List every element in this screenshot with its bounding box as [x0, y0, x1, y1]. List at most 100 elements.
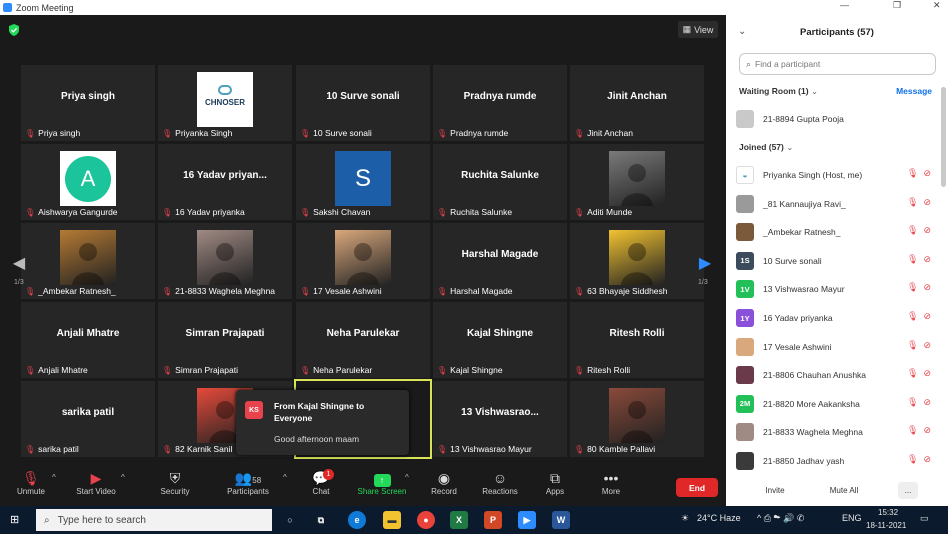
windows-start-icon[interactable]: ⊞	[10, 514, 22, 526]
participant-tile[interactable]: S 🎙 Sakshi Chavan	[296, 144, 430, 220]
invite-button[interactable]: Invite	[756, 482, 794, 499]
share-options-chevron-icon[interactable]: ^	[405, 473, 409, 482]
minimize-button[interactable]: —	[840, 0, 849, 10]
participant-row[interactable]: _Ambekar Ratnesh_ 🎙⊘	[736, 221, 936, 243]
participant-row[interactable]: _81 Kannaujiya Ravi_ 🎙⊘	[736, 193, 936, 215]
maximize-button[interactable]: ❐	[893, 0, 901, 11]
participant-row[interactable]: ◒ Priyanka Singh (Host, me) 🎙⊘	[736, 164, 936, 186]
tile-name-label: 🎙 Aditi Munde	[574, 207, 632, 217]
message-waiting-room-button[interactable]: Message	[896, 86, 932, 96]
participants-count: 58	[252, 476, 262, 485]
participant-list-name: Priyanka Singh (Host, me)	[763, 170, 863, 180]
waiting-participant-row[interactable]: 21-8894 Gupta Pooja	[736, 108, 936, 130]
participant-name: _Ambekar Ratnesh_	[38, 286, 116, 296]
participant-tile[interactable]: 16 Yadav priyan... 🎙 16 Yadav priyanka	[158, 144, 292, 220]
chat-notification[interactable]: KS From Kajal Shingne to Everyone Good a…	[236, 390, 409, 455]
task-view-icon[interactable]: ⧉	[312, 511, 330, 529]
joined-header[interactable]: Joined (57) ⌄	[739, 142, 793, 153]
clock-date[interactable]: 18-11-2021	[866, 521, 906, 530]
participant-list-name: 17 Vesale Ashwini	[763, 341, 832, 352]
participant-tile[interactable]: 🎙 17 Vesale Ashwini	[296, 223, 430, 299]
participant-tile[interactable]: sarika patil 🎙 sarika patil	[21, 381, 155, 457]
participant-tile[interactable]: Priya singh 🎙 Priya singh	[21, 65, 155, 141]
apps-button[interactable]: ⧉ Apps	[527, 469, 583, 496]
video-options-chevron-icon[interactable]: ^	[121, 473, 125, 482]
end-meeting-button[interactable]: End	[676, 478, 718, 497]
waiting-room-header[interactable]: Waiting Room (1) ⌄	[739, 86, 818, 97]
tile-name-label: 🎙 Jinit Anchan	[574, 128, 633, 138]
weather-text[interactable]: 24°C Haze	[697, 513, 741, 523]
weather-icon[interactable]: ☀	[681, 513, 689, 524]
panel-footer: Invite Mute All ...	[726, 479, 948, 503]
participant-row[interactable]: 1Y 16 Yadav priyanka 🎙⊘	[736, 307, 936, 329]
start-video-label: Start Video	[76, 487, 116, 496]
participant-tile[interactable]: 🎙 80 Kamble Pallavi	[570, 381, 704, 457]
notifications-icon[interactable]: ▭	[920, 513, 929, 524]
participant-row[interactable]: 1V 13 Vishwasrao Mayur 🎙⊘	[736, 278, 936, 300]
unmute-button[interactable]: 🎙 Unmute	[3, 469, 59, 496]
participant-tile[interactable]: Ruchita Salunke 🎙 Ruchita Salunke	[433, 144, 567, 220]
participant-tile[interactable]: Simran Prajapati 🎙 Simran Prajapati	[158, 302, 292, 378]
tile-name-label: 🎙 10 Surve sonali	[300, 128, 372, 138]
participant-row[interactable]: 2M 21-8820 More Aakanksha 🎙⊘	[736, 393, 936, 415]
search-icon: ⌕	[746, 58, 752, 69]
close-button[interactable]: ✕	[933, 0, 941, 11]
more-options-button[interactable]: ...	[898, 482, 918, 499]
participant-tile[interactable]: Harshal Magade 🎙 Harshal Magade	[433, 223, 567, 299]
taskbar-search[interactable]: ⌕ Type here to search	[36, 509, 272, 531]
mic-muted-icon: 🎙	[162, 286, 173, 296]
more-button[interactable]: ••• More	[583, 469, 639, 496]
zoom-taskbar-icon[interactable]: ▶	[518, 511, 536, 529]
tray-icons[interactable]: ^ ⎙ ☁ 🔊 ✆	[757, 513, 804, 524]
cortana-icon[interactable]: ○	[281, 511, 299, 529]
share-screen-button[interactable]: ↑ Share Screen	[354, 469, 410, 496]
participant-tile[interactable]: CHNOSER 🎙 Priyanka Singh	[158, 65, 292, 141]
language-indicator[interactable]: ENG	[842, 513, 862, 523]
participant-tile[interactable]: 🎙 63 Bhayaje Siddhesh	[570, 223, 704, 299]
chrome-icon[interactable]: ●	[417, 511, 435, 529]
mic-muted-icon: 🎙	[25, 444, 36, 454]
participant-tile[interactable]: 13 Vishwasrao... 🎙 13 Vishwasrao Mayur	[433, 381, 567, 457]
record-button[interactable]: ◉ Record	[416, 469, 472, 496]
participant-row[interactable]: 21-8806 Chauhan Anushka 🎙⊘	[736, 364, 936, 386]
mute-all-button[interactable]: Mute All	[822, 482, 866, 499]
participant-row[interactable]: 21-8850 Jadhav yash 🎙⊘	[736, 450, 936, 472]
word-icon[interactable]: W	[552, 511, 570, 529]
tile-name-label: 🎙 80 Kamble Pallavi	[574, 444, 655, 454]
clock-time[interactable]: 15:32	[878, 508, 898, 517]
participant-search[interactable]: ⌕	[739, 53, 936, 75]
page-indicator-left: 1/3	[14, 279, 24, 286]
participant-tile[interactable]: A 🎙 Aishwarya Gangurde	[21, 144, 155, 220]
participant-tile[interactable]: Kajal Shingne 🎙 Kajal Shingne	[433, 302, 567, 378]
participant-tile[interactable]: Ritesh Rolli 🎙 Ritesh Rolli	[570, 302, 704, 378]
participant-row[interactable]: 1S 10 Surve sonali 🎙⊘	[736, 250, 936, 272]
security-button[interactable]: ⛨ Security	[147, 469, 203, 496]
participant-tile[interactable]: 10 Surve sonali 🎙 10 Surve sonali	[296, 65, 430, 141]
participant-row[interactable]: 17 Vesale Ashwini 🎙⊘	[736, 336, 936, 358]
panel-scrollbar[interactable]	[941, 87, 946, 187]
participant-row[interactable]: 21-8833 Waghela Meghna 🎙⊘	[736, 421, 936, 443]
mute-and-video-off-icon: 🎙⊘	[907, 196, 936, 207]
participants-chevron-icon[interactable]: ^	[283, 473, 287, 482]
reactions-button[interactable]: ☺ Reactions	[472, 469, 528, 496]
file-explorer-icon[interactable]: ▬	[383, 511, 401, 529]
participant-tile[interactable]: Jinit Anchan 🎙 Jinit Anchan	[570, 65, 704, 141]
view-button[interactable]: ▦ View	[678, 21, 718, 38]
participant-tile[interactable]: 🎙 _Ambekar Ratnesh_	[21, 223, 155, 299]
participant-search-input[interactable]	[755, 59, 926, 69]
security-shield-icon[interactable]	[8, 24, 20, 36]
excel-icon[interactable]: X	[450, 511, 468, 529]
powerpoint-icon[interactable]: P	[484, 511, 502, 529]
participant-tile[interactable]: Anjali Mhatre 🎙 Anjali Mhatre	[21, 302, 155, 378]
participant-tile[interactable]: 🎙 Aditi Munde	[570, 144, 704, 220]
participant-tile[interactable]: Neha Parulekar 🎙 Neha Parulekar	[296, 302, 430, 378]
chat-button[interactable]: 💬 Chat 1	[293, 469, 349, 496]
start-video-button[interactable]: ▶ Start Video	[68, 469, 124, 496]
participant-tile[interactable]: Pradnya rumde 🎙 Pradnya rumde	[433, 65, 567, 141]
edge-icon[interactable]: e	[348, 511, 366, 529]
participant-tile[interactable]: 🎙 21-8833 Waghela Meghna	[158, 223, 292, 299]
audio-options-chevron-icon[interactable]: ^	[52, 473, 56, 482]
share-screen-label: Share Screen	[357, 487, 407, 496]
participants-button[interactable]: 👥58 Participants	[220, 469, 276, 496]
taskbar-search-text: Type here to search	[57, 514, 146, 526]
